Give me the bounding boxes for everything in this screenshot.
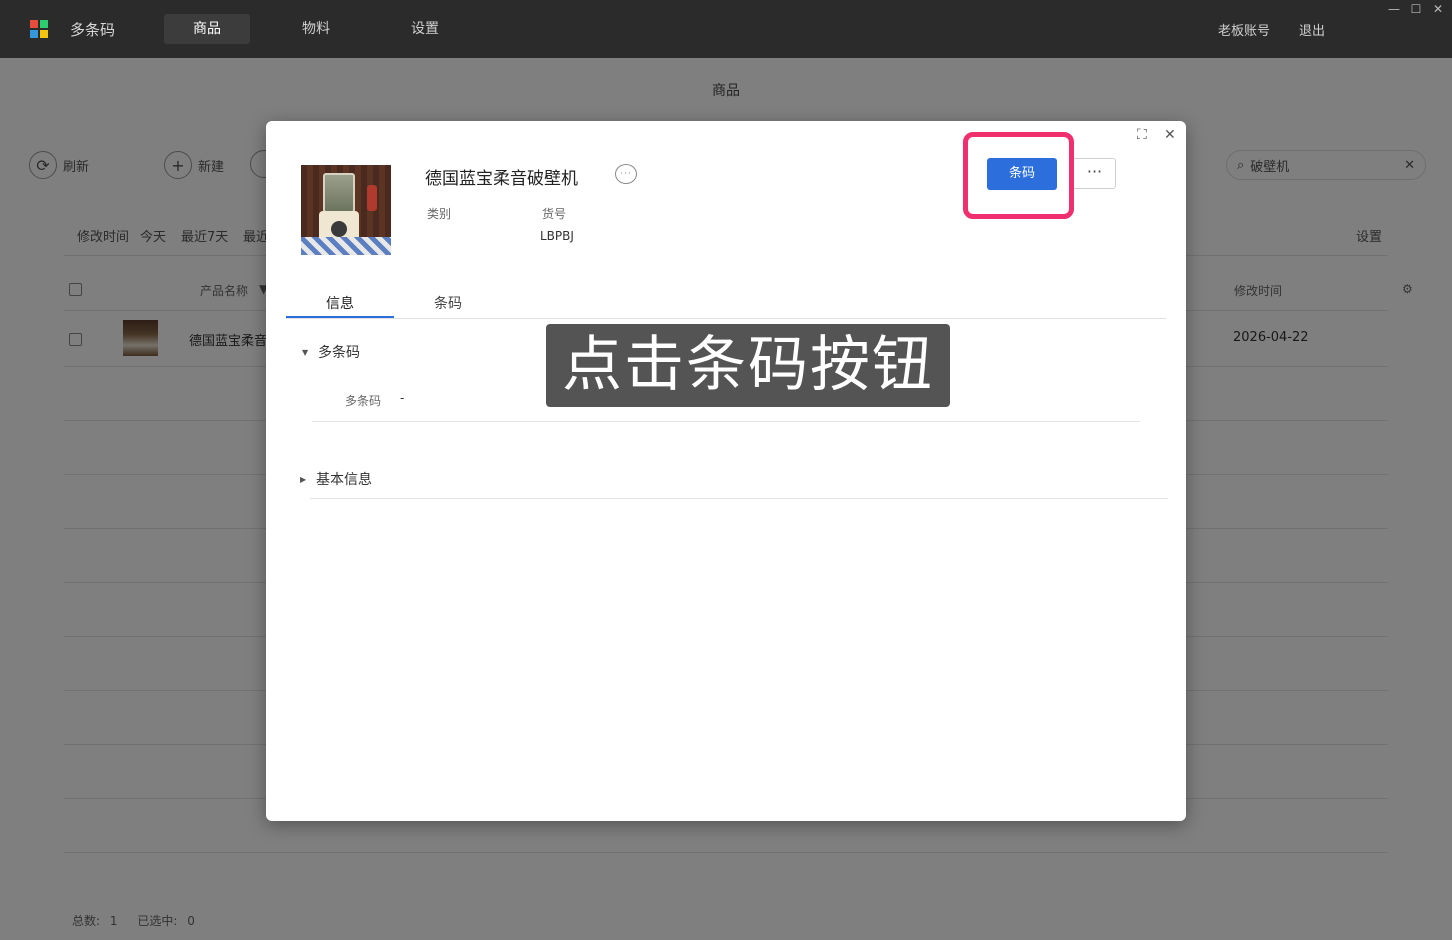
close-icon[interactable]: ✕ bbox=[1430, 2, 1446, 16]
account-link[interactable]: 老板账号 bbox=[1218, 20, 1270, 39]
app-logo-icon bbox=[30, 20, 48, 38]
dialog-close-icon[interactable]: ✕ bbox=[1164, 127, 1176, 143]
caret-right-icon: ▶ bbox=[300, 474, 307, 484]
comment-icon[interactable]: ··· bbox=[615, 164, 637, 184]
section-title: 基本信息 bbox=[316, 472, 372, 488]
caret-down-icon: ▼ bbox=[302, 347, 309, 357]
product-name: 德国蓝宝柔音破壁机 bbox=[425, 169, 578, 189]
sku-value: LBPBJ bbox=[540, 229, 574, 243]
section-divider bbox=[310, 498, 1168, 499]
multi-barcode-field-label: 多条码 bbox=[345, 394, 382, 408]
multi-barcode-field-value: - bbox=[400, 391, 405, 405]
barcode-button-highlight bbox=[963, 132, 1074, 219]
nav-tab-products[interactable]: 商品 bbox=[164, 14, 250, 44]
nav-tab-materials[interactable]: 物料 bbox=[273, 14, 359, 44]
section-multi-barcode[interactable]: ▼ 多条码 bbox=[302, 342, 360, 362]
tab-info[interactable]: 信息 bbox=[286, 293, 394, 313]
tab-divider bbox=[286, 318, 1166, 319]
fullscreen-icon[interactable]: ⛶ bbox=[1137, 127, 1147, 143]
minimize-icon[interactable]: — bbox=[1386, 2, 1402, 16]
section-basic-info[interactable]: ▶ 基本信息 bbox=[300, 469, 372, 489]
app-name: 多条码 bbox=[70, 21, 116, 39]
nav-tab-settings[interactable]: 设置 bbox=[382, 14, 468, 44]
section-divider bbox=[312, 421, 1140, 422]
product-detail-dialog: ⛶ ✕ 德国蓝宝柔音破壁机 ··· 类别 货号 LBPBJ 条码 ··· 信息 … bbox=[266, 121, 1186, 821]
section-title: 多条码 bbox=[318, 345, 360, 361]
instruction-caption: 点击条码按钮 bbox=[546, 324, 950, 407]
tab-barcode[interactable]: 条码 bbox=[394, 293, 502, 313]
category-label: 类别 bbox=[427, 207, 452, 221]
maximize-icon[interactable]: ☐ bbox=[1408, 2, 1424, 16]
title-bar: 多条码 商品 物料 设置 老板账号 退出 — ☐ ✕ bbox=[0, 0, 1452, 58]
active-tab-indicator bbox=[286, 316, 394, 318]
sku-label: 货号 bbox=[542, 207, 567, 221]
product-image bbox=[301, 165, 391, 255]
more-options-button[interactable]: ··· bbox=[1074, 158, 1116, 189]
logout-link[interactable]: 退出 bbox=[1299, 20, 1325, 39]
